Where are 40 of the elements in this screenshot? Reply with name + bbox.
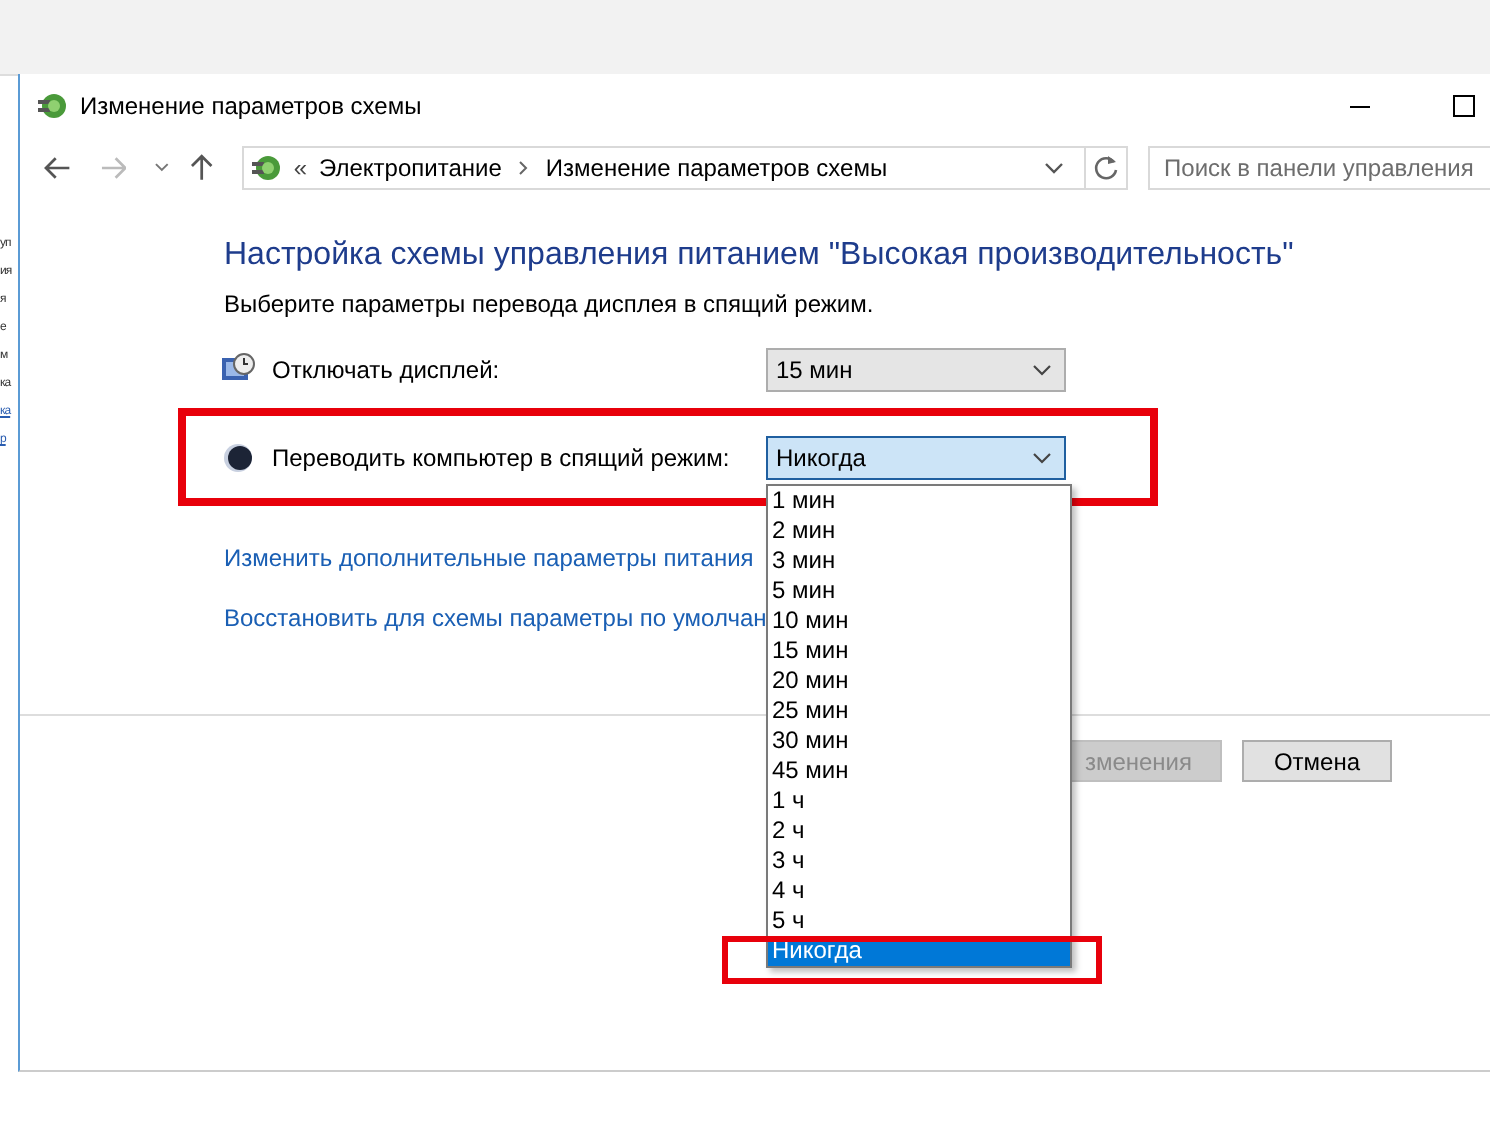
dropdown[interactable]: Никогда [766, 436, 1066, 480]
dropdown[interactable]: 15 мин [766, 348, 1066, 392]
dropdown-option[interactable]: 15 мин [768, 636, 1070, 666]
breadcrumb[interactable]: Изменение параметров схемы [545, 154, 888, 182]
setting-label: Отключать дисплей: [272, 356, 502, 384]
dialog-button[interactable]: Отмена [1242, 740, 1392, 782]
setting-label: Переводить компьютер в спящий режим: [272, 444, 732, 472]
maximize-icon[interactable] [1452, 94, 1476, 118]
caret-icon[interactable] [154, 162, 171, 174]
power-plug-icon [249, 152, 282, 184]
chevron-down-icon [1032, 452, 1052, 464]
dropdown-option[interactable]: 1 ч [768, 786, 1070, 816]
link[interactable]: Восстановить для схемы параметры по умолчан [224, 604, 767, 632]
back-arrow-icon[interactable] [44, 156, 72, 180]
chevron-right-icon [517, 160, 530, 176]
link[interactable]: Изменить дополнительные параметры питания [224, 544, 754, 572]
window-title: Изменение параметров схемы [80, 92, 422, 120]
up-arrow-icon[interactable] [190, 154, 214, 182]
moon-icon [220, 440, 256, 476]
dropdown-option[interactable]: 20 мин [768, 666, 1070, 696]
breadcrumb[interactable]: Электропитание [319, 154, 502, 182]
dropdown-option[interactable]: 2 ч [768, 816, 1070, 846]
dropdown-option[interactable]: 5 ч [768, 906, 1070, 936]
dropdown-option[interactable]: 3 мин [768, 546, 1070, 576]
chevron-down-icon [1032, 364, 1052, 376]
dropdown-option[interactable]: 25 мин [768, 696, 1070, 726]
dropdown-option[interactable]: 2 мин [768, 516, 1070, 546]
dropdown-option[interactable]: 4 ч [768, 876, 1070, 906]
dropdown-option[interactable]: 5 мин [768, 576, 1070, 606]
refresh-icon[interactable] [1092, 154, 1121, 182]
dropdown-option[interactable]: 3 ч [768, 846, 1070, 876]
dropdown-option[interactable]: 1 мин [768, 486, 1070, 516]
search-field[interactable]: Поиск в панели управления [1148, 146, 1490, 190]
instruction-text: Выберите параметры перевода дисплея в спящий режим. [224, 290, 876, 318]
address-bar[interactable]: « Электропитание Изменение параметров схемы [241, 146, 1129, 190]
overflow-chevron[interactable]: « [293, 154, 308, 182]
dropdown-option[interactable]: 10 мин [768, 606, 1070, 636]
power-plug-icon [36, 90, 68, 122]
chevron-down-icon[interactable] [1044, 162, 1065, 174]
page-heading: Настройка схемы управления питанием "Высокая производительность" [224, 238, 1296, 274]
